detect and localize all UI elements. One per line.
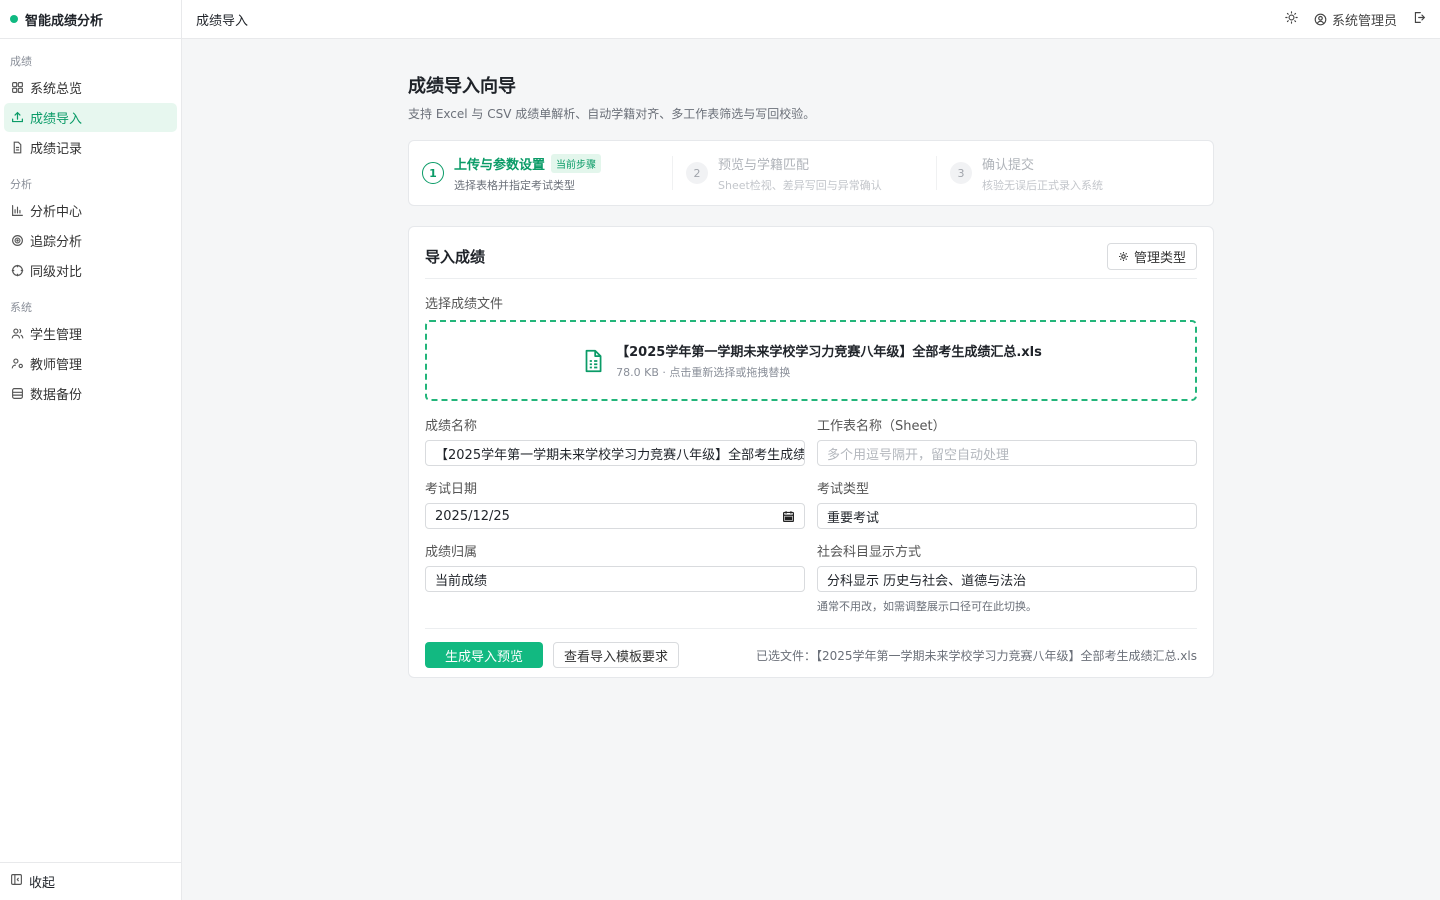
exam-date-label: 考试日期	[425, 482, 478, 497]
step-preview[interactable]: 2 预览与学籍匹配 Sheet检视、差异写回与异常确认	[673, 156, 937, 192]
nav-group-label: 成绩	[10, 55, 32, 68]
dropzone-file-meta: 78.0 KB · 点击重新选择或拖拽替换	[616, 366, 791, 379]
document-icon	[10, 141, 24, 155]
sidebar-item-import[interactable]: 成绩导入	[4, 103, 177, 132]
collapse-button[interactable]: 收起	[0, 862, 181, 900]
selected-file-prefix: 已选文件：	[755, 648, 816, 663]
sun-icon	[1285, 10, 1298, 24]
user-name: 系统管理员	[1331, 13, 1397, 29]
topbar: 成绩导入 系统管理员	[182, 0, 1440, 39]
page-title: 成绩导入向导	[408, 76, 516, 97]
sidebar-item-label: 教师管理	[30, 358, 83, 373]
logout-button[interactable]	[1413, 11, 1426, 28]
manage-types-button[interactable]: 管理类型	[1106, 243, 1197, 270]
social-display-hint: 通常不用改，如需调整展示口径可在此切换。	[817, 600, 1037, 613]
step-number: 2	[686, 162, 708, 184]
current-step-badge: 当前步骤	[551, 153, 602, 173]
collapse-label: 收起	[29, 876, 56, 891]
manage-types-label: 管理类型	[1133, 251, 1186, 266]
step-desc: 选择表格并指定考试类型	[454, 178, 575, 192]
sheet-input[interactable]: 多个用逗号隔开，留空自动处理	[817, 440, 1197, 466]
step-confirm[interactable]: 3 确认提交 核验无误后正式录入系统	[937, 156, 1200, 192]
selected-file-name: 【2025学年第一学期未来学校学习力竞赛八年级】全部考生成绩汇总.xls	[815, 648, 1197, 663]
sidebar-item-label: 分析中心	[30, 205, 83, 220]
user-menu[interactable]: 系统管理员	[1314, 10, 1397, 29]
sidebar-item-label: 追踪分析	[30, 235, 83, 250]
breadcrumb: 成绩导入	[196, 13, 249, 29]
sidebar-item-label: 数据备份	[30, 388, 83, 403]
nav-group-label: 分析	[10, 178, 32, 191]
step-title: 预览与学籍匹配	[718, 157, 810, 173]
sidebar: 智能成绩分析 成绩 系统总览 成绩导入 成绩记录 分析 分析中心 追踪分析 同级…	[0, 0, 182, 900]
view-template-button[interactable]: 查看导入模板要求	[553, 642, 680, 668]
page-subtitle: 支持 Excel 与 CSV 成绩单解析、自动学籍对齐、多工作表筛选与写回校验。	[408, 107, 816, 121]
social-display-select[interactable]: 分科显示 历史与社会、道德与法治	[817, 566, 1197, 592]
nav-group-label: 系统	[10, 301, 32, 314]
sidebar-item-tracking[interactable]: 追踪分析	[4, 226, 177, 255]
calendar-icon[interactable]	[782, 510, 795, 523]
exam-date-input[interactable]: 2025/12/25	[425, 503, 805, 529]
belong-label: 成绩归属	[425, 545, 478, 560]
sidebar-item-students[interactable]: 学生管理	[4, 319, 177, 348]
spreadsheet-file-icon	[585, 349, 602, 372]
import-form-card: 导入成绩 管理类型 选择成绩文件 【2025学年第一学期未来学校学习力竞赛八年级…	[408, 226, 1214, 678]
theme-toggle-button[interactable]	[1285, 10, 1298, 28]
sheet-label: 工作表名称（Sheet）	[817, 419, 946, 434]
exam-type-select[interactable]: 重要考试	[817, 503, 1197, 529]
step-upload[interactable]: 1 上传与参数设置 当前步骤 选择表格并指定考试类型	[422, 153, 673, 192]
sidebar-item-compare[interactable]: 同级对比	[4, 256, 177, 285]
score-name-input[interactable]: 【2025学年第一学期未来学校学习力竞赛八年级】全部考生成绩汇总	[425, 440, 805, 466]
sidebar-item-label: 系统总览	[30, 82, 83, 97]
sidebar-item-label: 学生管理	[30, 328, 83, 343]
form-heading: 导入成绩	[425, 248, 486, 266]
step-number: 1	[422, 162, 444, 184]
sidebar-item-backup[interactable]: 数据备份	[4, 379, 177, 408]
dropzone-file-name: 【2025学年第一学期未来学校学习力竞赛八年级】全部考生成绩汇总.xls	[616, 345, 1042, 360]
sidebar-item-label: 成绩记录	[30, 142, 83, 157]
upload-icon	[10, 111, 24, 125]
belong-select[interactable]: 当前成绩	[425, 566, 805, 592]
user-key-icon	[10, 357, 24, 371]
brand-name: 智能成绩分析	[25, 13, 104, 29]
file-dropzone[interactable]: 【2025学年第一学期未来学校学习力竞赛八年级】全部考生成绩汇总.xls 78.…	[425, 320, 1197, 401]
exam-type-label: 考试类型	[817, 482, 870, 497]
step-title: 确认提交	[982, 157, 1035, 173]
radar-icon	[10, 234, 24, 248]
sidebar-item-label: 同级对比	[30, 265, 83, 280]
sidebar-item-records[interactable]: 成绩记录	[4, 133, 177, 162]
bar-chart-icon	[10, 204, 24, 218]
social-display-label: 社会科目显示方式	[817, 545, 922, 560]
sidebar-item-analysis[interactable]: 分析中心	[4, 196, 177, 225]
step-desc: Sheet检视、差异写回与异常确认	[718, 178, 882, 192]
logout-icon	[1414, 11, 1426, 23]
step-number: 3	[950, 162, 972, 184]
collapse-icon	[10, 873, 29, 890]
grid-icon	[10, 81, 24, 95]
crosshair-icon	[10, 264, 24, 278]
sidebar-item-teachers[interactable]: 教师管理	[4, 349, 177, 378]
step-title: 上传与参数设置	[454, 157, 546, 173]
step-desc: 核验无误后正式录入系统	[982, 178, 1103, 192]
brand: 智能成绩分析	[0, 0, 181, 39]
user-circle-icon	[1314, 13, 1327, 25]
selected-file-text: 已选文件：【2025学年第一学期未来学校学习力竞赛八年级】全部考生成绩汇总.xl…	[756, 647, 1197, 664]
wizard-steps: 1 上传与参数设置 当前步骤 选择表格并指定考试类型 2 预览与学籍匹配 Shee…	[408, 140, 1214, 206]
users-icon	[10, 327, 24, 341]
sidebar-item-overview[interactable]: 系统总览	[4, 73, 177, 102]
sidebar-item-label: 成绩导入	[30, 112, 83, 127]
file-label: 选择成绩文件	[425, 297, 504, 312]
database-icon	[10, 387, 24, 401]
exam-date-value: 2025/12/25	[435, 508, 510, 524]
generate-preview-button[interactable]: 生成导入预览	[425, 642, 543, 668]
brand-dot-icon	[10, 15, 18, 23]
main-content: 成绩导入向导 支持 Excel 与 CSV 成绩单解析、自动学籍对齐、多工作表筛…	[408, 72, 1214, 678]
gear-icon	[1119, 252, 1128, 261]
score-name-label: 成绩名称	[425, 419, 478, 434]
